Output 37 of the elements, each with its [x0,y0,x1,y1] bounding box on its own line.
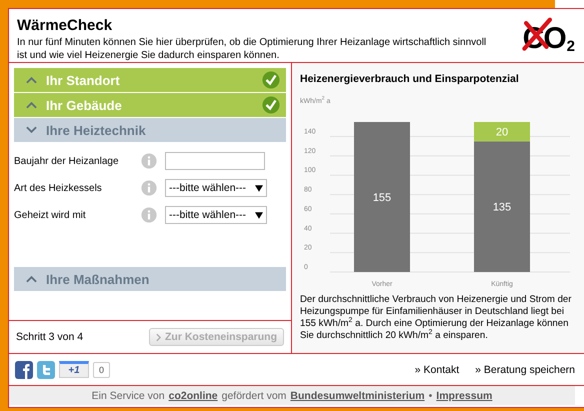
check-icon [262,71,280,89]
chart-title: Heizenergieverbrauch und Einsparpotenzial [300,73,520,85]
dropdown[interactable]: ---bitte wählen--- [165,206,267,224]
check-icon [262,96,280,114]
chevron-icon [156,332,161,342]
footer-link[interactable]: » Beratung speichern [475,364,575,376]
footer-text: Ein Service von [92,390,165,402]
field-label: Geheizt wird mit [14,210,87,220]
value-label: 155 [372,192,392,204]
info-icon[interactable] [141,153,157,169]
intro-text: In nur fünf Minuten können Sie hier überprüfen, ob die Optimierung Ihrer Heizanlage wirtschaftlich sinnvoll ist und wie viel Heizenergie Sie dadurch einsparen können. [17,37,487,62]
footer-text: gefördert vom [222,390,286,402]
footer-text: • [428,390,432,402]
footer-link[interactable]: » Kontakt [414,364,460,376]
step-text: Schritt 3 von 4 [16,331,84,343]
footer-link[interactable]: Bundesumweltministerium [290,390,425,402]
info-icon[interactable] [141,207,157,223]
description-text: Der durchschnittliche Verbrauch von Heizenergie und Strom der Heizungspumpe für Einfamilienhäuser in Deutschland liegt bei 155 kWh/m$^{2}$ a. Durch eine Optimierung der Heizanlage können Sie durchschnittlich 20 kWh/m$^{2}$ a einsparen. [300,294,572,342]
dropdown-arrow-icon [255,184,263,192]
page-title: WärmeCheck [17,17,114,34]
facebook-icon[interactable] [15,360,33,378]
footer-link[interactable]: Impressum [436,390,492,402]
input-field[interactable] [165,152,265,170]
footer-link[interactable]: co2online [168,390,218,402]
dropdown-arrow-icon [255,212,263,218]
chevron-icon [26,126,37,134]
info-icon[interactable] [141,180,157,196]
chevron-icon [26,275,37,283]
value-label: 20 [496,126,508,139]
share-count: 0 [93,362,110,378]
field-label: Art des Heizkessels [14,182,103,194]
field-label: Baujahr der Heizanlage [14,156,120,166]
value-label: 135 [492,202,512,214]
chevron-icon [26,76,37,84]
dropdown[interactable]: ---bitte wählen--- [165,179,267,197]
plus-one-button[interactable]: +1 [59,361,89,378]
chevron-icon [26,101,37,109]
